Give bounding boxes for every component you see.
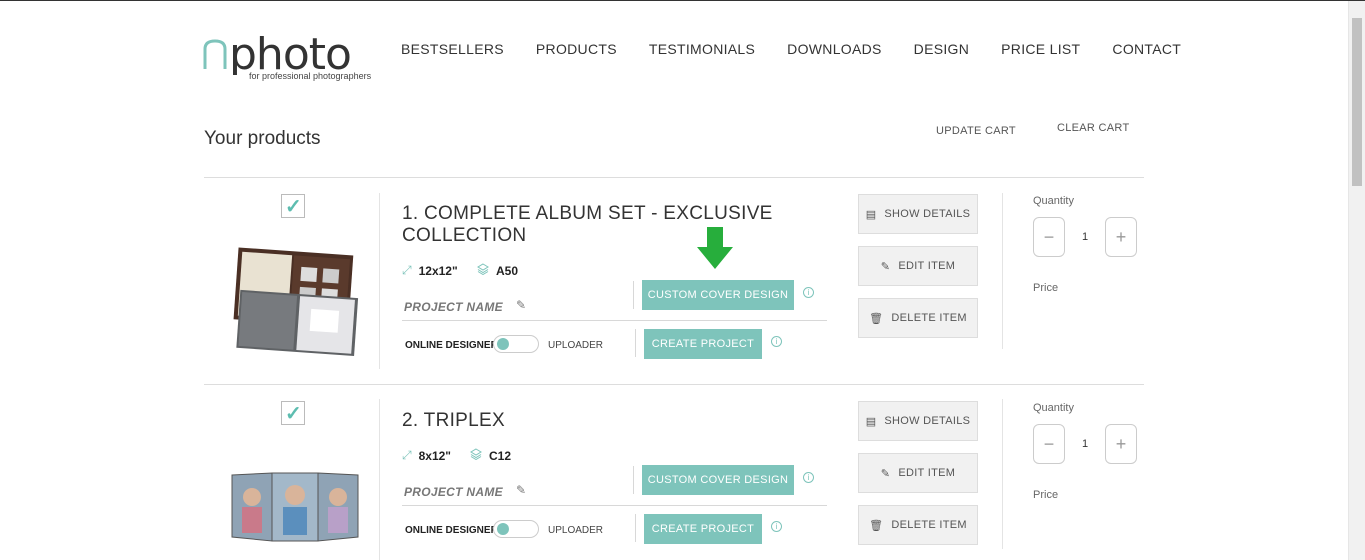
quantity-input[interactable]: 1 (1065, 424, 1105, 464)
quantity-label: Quantity (1033, 195, 1074, 207)
list-icon: ▤ (865, 415, 877, 428)
delete-item-button[interactable]: 🗑 DELETE ITEM (858, 298, 978, 338)
create-project-button[interactable]: CREATE PROJECT (644, 514, 762, 544)
price-label: Price (1033, 489, 1059, 501)
nav-price-list[interactable]: PRICE LIST (1001, 41, 1080, 57)
divider (402, 320, 827, 321)
info-icon[interactable]: i (771, 521, 782, 532)
decrease-quantity-button[interactable]: − (1033, 217, 1065, 257)
quantity-label: Quantity (1033, 402, 1074, 414)
product-title[interactable]: 2. TRIPLEX (402, 410, 822, 432)
project-name-label: PROJECT NAME (404, 300, 503, 314)
project-name-label: PROJECT NAME (404, 485, 503, 499)
info-icon[interactable]: i (803, 287, 814, 298)
divider (633, 466, 634, 494)
nav-downloads[interactable]: DOWNLOADS (787, 41, 882, 57)
clear-cart-link[interactable]: CLEAR CART (1057, 122, 1129, 134)
product-1-checkbox[interactable]: ✓ (281, 194, 305, 218)
online-designer-label: ONLINE DESIGNER (405, 525, 498, 536)
increase-quantity-button[interactable]: + (1105, 217, 1137, 257)
size-spec: ⤢ 8x12" (402, 448, 451, 463)
nav-design[interactable]: DESIGN (914, 41, 969, 57)
divider (204, 177, 1144, 178)
triplex-product-image (231, 472, 359, 542)
scrollbar-thumb[interactable] (1352, 18, 1362, 186)
quantity-input[interactable]: 1 (1065, 217, 1105, 257)
size-spec: ⤢ 12x12" (402, 263, 458, 278)
nav-testimonials[interactable]: TESTIMONIALS (649, 41, 755, 57)
layers-icon (477, 263, 489, 278)
page-scrollbar[interactable] (1348, 1, 1365, 560)
online-designer-label: ONLINE DESIGNER (405, 340, 498, 351)
update-cart-link[interactable]: UPDATE CART (936, 125, 1016, 137)
price-label: Price (1033, 282, 1059, 294)
paper-spec: C12 (470, 448, 511, 463)
size-value: 8x12" (418, 448, 451, 463)
quantity-stepper: − 1 + (1033, 424, 1137, 464)
nav-products[interactable]: PRODUCTS (536, 41, 617, 57)
divider (1002, 399, 1003, 549)
uploader-label: UPLOADER (548, 340, 604, 351)
layers-icon (470, 448, 482, 463)
edit-item-button[interactable]: ✎ EDIT ITEM (858, 246, 978, 286)
size-value: 12x12" (418, 263, 458, 278)
designer-uploader-toggle[interactable] (493, 520, 539, 538)
nav-contact[interactable]: CONTACT (1112, 41, 1181, 57)
resize-icon: ⤢ (402, 263, 412, 277)
show-details-button[interactable]: ▤ SHOW DETAILS (858, 194, 978, 234)
divider (635, 514, 636, 542)
info-icon[interactable]: i (803, 472, 814, 483)
main-nav: BESTSELLERS PRODUCTS TESTIMONIALS DOWNLO… (401, 41, 1181, 57)
product-2-checkbox[interactable]: ✓ (281, 401, 305, 425)
product-title[interactable]: 1. COMPLETE ALBUM SET - EXCLUSIVE COLLEC… (402, 203, 822, 247)
quantity-stepper: − 1 + (1033, 217, 1137, 257)
arrow-down-icon (697, 227, 733, 269)
custom-cover-design-button[interactable]: CUSTOM COVER DESIGN (642, 465, 794, 495)
info-icon[interactable]: i (771, 336, 782, 347)
trash-icon: 🗑 (869, 519, 884, 532)
show-details-button[interactable]: ▤ SHOW DETAILS (858, 401, 978, 441)
increase-quantity-button[interactable]: + (1105, 424, 1137, 464)
divider (379, 193, 380, 369)
list-icon: ▤ (865, 208, 877, 221)
paper-value: A50 (496, 263, 519, 278)
trash-icon: 🗑 (869, 312, 884, 325)
divider (204, 384, 1144, 385)
paper-value: C12 (489, 448, 512, 463)
resize-icon: ⤢ (402, 448, 412, 462)
paper-spec: A50 (477, 263, 518, 278)
edit-item-button[interactable]: ✎ EDIT ITEM (858, 453, 978, 493)
delete-item-button[interactable]: 🗑 DELETE ITEM (858, 505, 978, 545)
nphoto-logo[interactable]: photo for professional photographers (203, 29, 385, 87)
divider (633, 281, 634, 309)
designer-uploader-toggle[interactable] (493, 335, 539, 353)
divider (635, 329, 636, 357)
divider (1002, 193, 1003, 349)
uploader-label: UPLOADER (548, 525, 604, 536)
album-set-product-image (233, 247, 359, 356)
nav-bestsellers[interactable]: BESTSELLERS (401, 41, 504, 57)
divider (402, 505, 827, 506)
svg-text:photo: photo (229, 29, 351, 75)
edit-name-pencil-icon[interactable]: ✎ (516, 298, 526, 312)
page-title: Your products (204, 128, 321, 149)
custom-cover-design-button[interactable]: CUSTOM COVER DESIGN (642, 280, 794, 310)
edit-icon: ✎ (880, 467, 891, 480)
edit-icon: ✎ (880, 260, 891, 273)
divider (379, 399, 380, 560)
create-project-button[interactable]: CREATE PROJECT (644, 329, 762, 359)
logo-wordmark: photo (203, 29, 352, 80)
decrease-quantity-button[interactable]: − (1033, 424, 1065, 464)
edit-name-pencil-icon[interactable]: ✎ (516, 483, 526, 497)
logo-tagline: for professional photographers (249, 71, 372, 81)
